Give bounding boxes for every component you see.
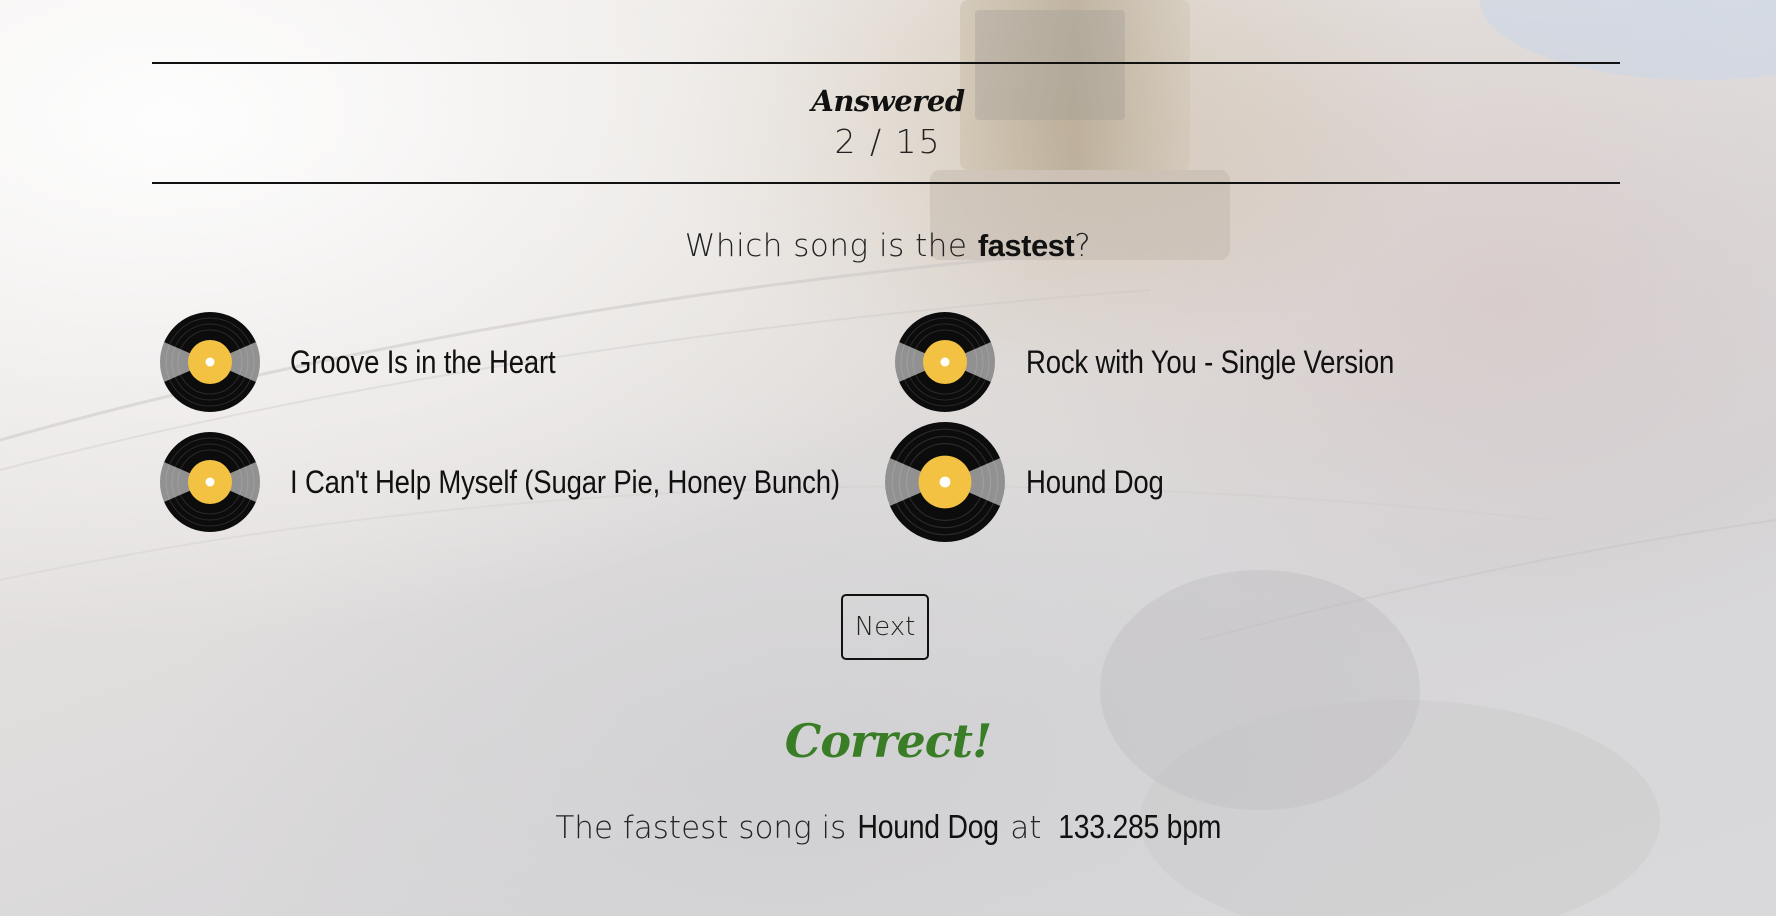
vinyl-record-icon — [159, 312, 261, 412]
answered-label: Answered — [811, 84, 965, 118]
question-prefix: Which song is the — [684, 228, 978, 264]
song-option-4[interactable]: Hound Dog — [884, 422, 1186, 542]
vinyl-record-icon — [884, 422, 1006, 542]
song-option-2[interactable]: Rock with You - Single Version — [894, 312, 1454, 412]
next-button[interactable]: Next — [841, 594, 929, 660]
question-text: Which song is the fastest? — [0, 228, 1776, 264]
result-line: The fastest song is Hound Dog at 133.285… — [0, 808, 1776, 846]
song-option-3[interactable]: I Can't Help Myself (Sugar Pie, Honey Bu… — [159, 432, 929, 532]
song-option-1[interactable]: Groove Is in the Heart — [159, 312, 599, 412]
header-divider-top — [152, 62, 1620, 64]
song-option-label: Hound Dog — [1026, 463, 1164, 500]
question-suffix: ? — [1074, 228, 1092, 264]
song-option-label: Groove Is in the Heart — [290, 343, 556, 380]
song-option-label: Rock with You - Single Version — [1026, 343, 1395, 380]
song-option-label: I Can't Help Myself (Sugar Pie, Honey Bu… — [290, 463, 840, 500]
result-title: Correct! — [784, 714, 992, 768]
result-value: 133.285 bpm — [1058, 808, 1222, 845]
result-middle: at — [1000, 810, 1052, 846]
answered-count: 2 / 15 — [834, 122, 942, 161]
question-emphasis: fastest — [977, 228, 1075, 263]
header-divider-bottom — [152, 182, 1620, 184]
vinyl-record-icon — [894, 312, 996, 412]
result-prefix: The fastest song is — [555, 810, 857, 846]
vinyl-record-icon — [159, 432, 261, 532]
result-song: Hound Dog — [857, 808, 1000, 845]
